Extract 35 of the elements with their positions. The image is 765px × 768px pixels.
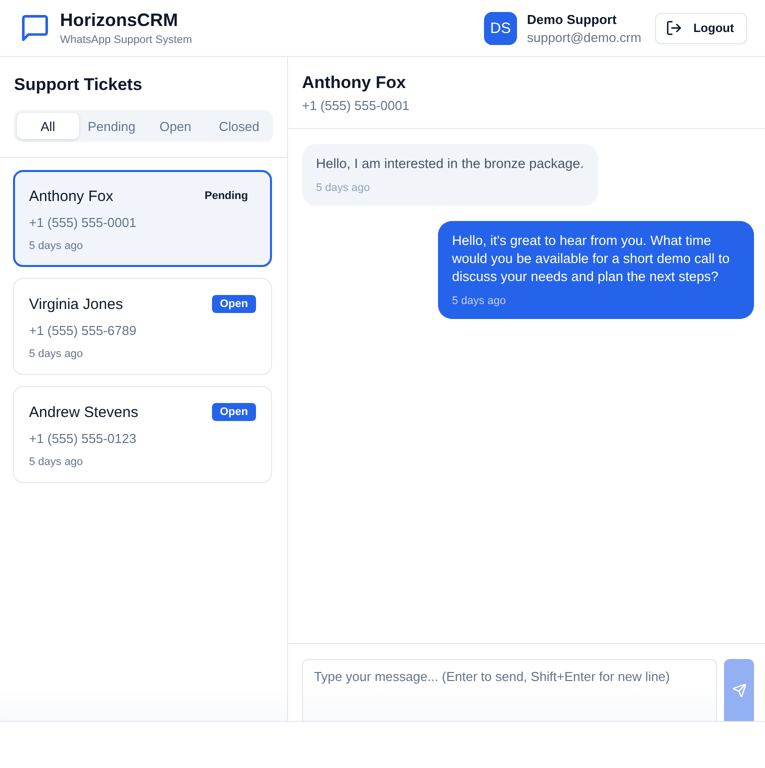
message-text: Hello, it's great to hear from you. What time would you be available for a short demo call to discuss your needs and plan the next steps? (452, 232, 731, 286)
message-input[interactable]: Type your message... (Enter to send, Shift+Enter for new line) (302, 659, 717, 721)
ticket-time: 5 days ago (29, 348, 84, 360)
ticket-card[interactable]: Virginia Jones Open +1 (555) 555-6789 5 days ago (13, 278, 272, 375)
ticket-time: 5 days ago (29, 456, 84, 468)
user-name: Demo Support (526, 12, 618, 26)
user-avatar: DS (484, 12, 517, 44)
ticket-name: Anthony Fox (29, 188, 114, 204)
ticket-name: Andrew Stevens (29, 404, 138, 420)
app-title: HorizonsCRM (60, 10, 179, 31)
ticket-phone: +1 (555) 555-6789 (29, 323, 138, 338)
sidebar-title: Support Tickets (14, 74, 144, 96)
message-time: 5 days ago (316, 182, 371, 194)
filter-tab[interactable]: Pending (80, 113, 142, 139)
ticket-card[interactable]: Andrew Stevens Open +1 (555) 555-0123 5 days ago (13, 386, 272, 483)
logout-icon (667, 21, 682, 35)
ticket-name: Virginia Jones (29, 296, 123, 312)
ticket-phone: +1 (555) 555-0123 (29, 431, 138, 446)
contact-phone: +1 (555) 555-0001 (302, 98, 410, 113)
send-icon (732, 684, 746, 696)
chat-bubble-icon (22, 15, 48, 41)
status-badge: Open (212, 403, 256, 421)
filter-tab[interactable]: Closed (208, 113, 270, 139)
message-time: 5 days ago (452, 295, 507, 307)
filter-tab[interactable]: Open (144, 113, 206, 139)
ticket-time: 5 days ago (29, 240, 84, 252)
filter-tab[interactable]: All (17, 113, 79, 139)
logout-button[interactable]: Logout (655, 12, 747, 44)
message-text: Hello, I am interested in the bronze package. (316, 155, 584, 173)
contact-name: Anthony Fox (302, 73, 407, 93)
ticket-card[interactable]: Anthony Fox Pending +1 (555) 555-0001 5 days ago (13, 170, 272, 267)
status-badge: Open (212, 295, 256, 313)
user-email: support@demo.crm (526, 30, 642, 44)
ticket-phone: +1 (555) 555-0001 (29, 215, 138, 230)
app-subtitle: WhatsApp Support System (60, 34, 192, 46)
